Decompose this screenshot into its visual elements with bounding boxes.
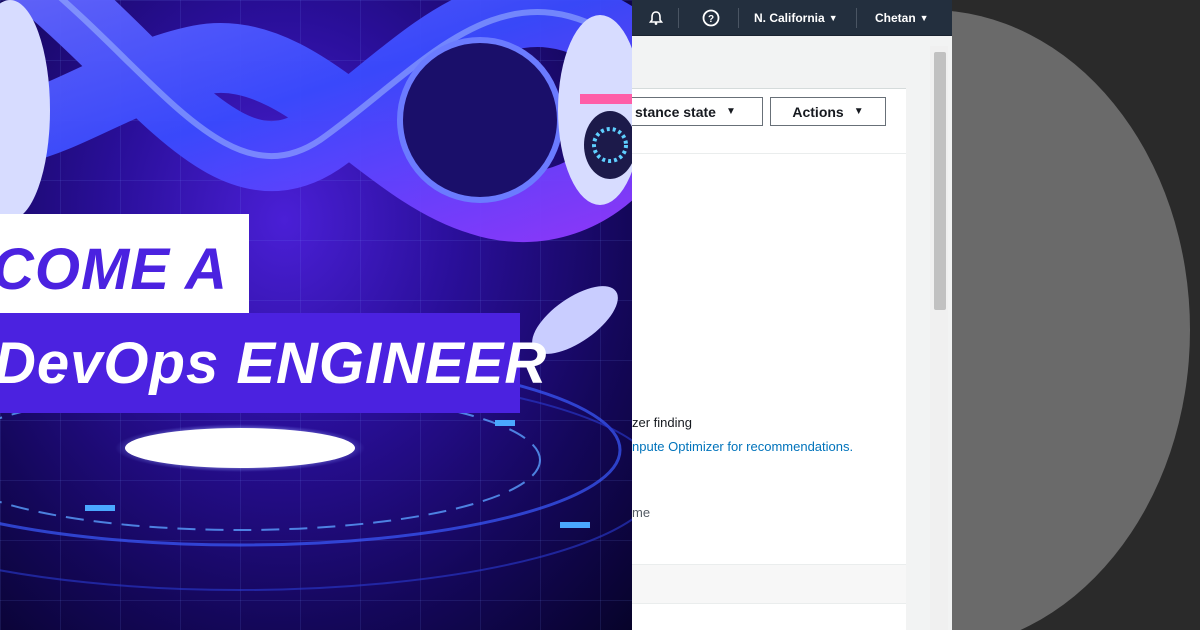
help-circle-icon[interactable]: ? [702, 0, 720, 36]
aws-console-panel: ? N. California ▼ Chetan ▼ zer finding n… [632, 0, 952, 630]
caret-down-icon: ▼ [725, 106, 736, 117]
svg-text:?: ? [708, 14, 714, 25]
section-divider [632, 153, 906, 154]
caret-down-icon: ▼ [853, 106, 864, 117]
instance-state-label: stance state [635, 103, 716, 120]
console-top-nav: ? N. California ▼ Chetan ▼ [632, 0, 952, 36]
region-selector[interactable]: N. California ▼ [754, 0, 838, 36]
bell-icon[interactable] [648, 0, 664, 36]
region-label: N. California [754, 11, 825, 25]
scrollbar-thumb[interactable] [934, 52, 946, 310]
right-dark-panel [952, 0, 1200, 630]
actions-label: Actions [792, 103, 844, 120]
instance-state-dropdown[interactable]: stance state ▼ [632, 97, 763, 126]
name-label: me [632, 505, 651, 520]
user-menu[interactable]: Chetan ▼ [875, 0, 929, 36]
topbar-separator [856, 8, 857, 28]
user-label: Chetan [875, 11, 916, 25]
banner-title-line2: DevOps ENGINEER [0, 331, 548, 396]
chevron-down-icon: ▼ [828, 13, 838, 23]
topbar-separator [678, 8, 679, 28]
devops-banner-image: COME A DevOps ENGINEER [0, 0, 632, 630]
compute-optimizer-link[interactable]: npute Optimizer for recommendations. [632, 439, 853, 454]
chevron-down-icon: ▼ [919, 13, 929, 23]
banner-title-line1: COME A [0, 237, 228, 302]
actions-dropdown[interactable]: Actions ▼ [770, 97, 886, 126]
optimizer-finding-label: zer finding [632, 415, 692, 430]
gray-circle-shape [952, 10, 1190, 630]
panel-footer-bar [632, 564, 906, 604]
instance-details-panel: zer finding npute Optimizer for recommen… [632, 88, 906, 630]
topbar-separator [738, 8, 739, 28]
